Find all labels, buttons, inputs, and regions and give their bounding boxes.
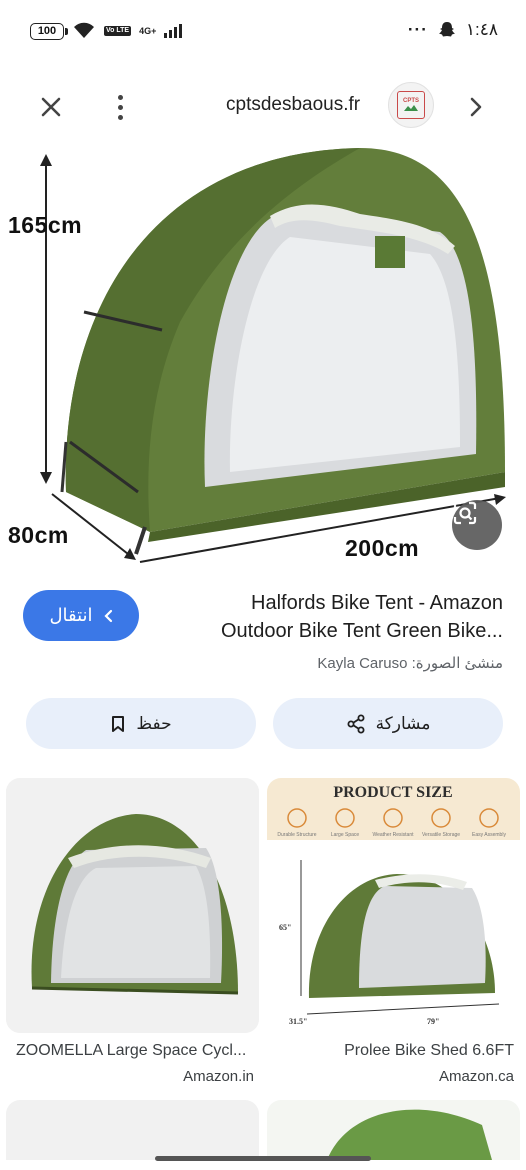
bookmark-icon [112,715,125,732]
product-size-heading: PRODUCT SIZE [333,784,452,801]
site-logo-image: CPTS [397,91,425,119]
lens-search-button[interactable] [452,500,502,550]
viewer-top-bar: cptsdesbaous.fr CPTS [0,78,526,134]
close-button[interactable] [34,90,68,124]
feature-versatile: Versatile Storage [422,832,460,838]
related-source-1: Amazon.in [183,1068,254,1085]
height-dimension-label: 165cm [8,212,83,238]
dim-height: 65" [279,923,291,932]
share-button[interactable]: مشاركة [273,698,503,749]
signal-icon [164,24,183,38]
more-vert-icon [117,94,123,100]
dim-depth: 31.5" [289,1017,307,1026]
image-creator: منشئ الصورة: Kayla Caruso [317,655,503,672]
network-type: 4G+ [139,25,157,36]
more-notifications-icon: ··· [407,20,428,39]
lens-icon [453,501,477,525]
result-title-line-1[interactable]: Halfords Bike Tent - Amazon [251,592,503,615]
related-image-2[interactable]: PRODUCT SIZE Durable Structure Large Spa… [267,778,520,1033]
bike-tent-illustration [40,148,506,563]
related-title-2[interactable]: Prolee Bike Shed 6.6FT [344,1042,514,1060]
dim-width: 79" [427,1017,439,1026]
status-bar: 100 Vo LTE 4G+ ··· ١:٤٨ [0,0,526,64]
feature-durable: Durable Structure [277,832,316,838]
related-image-1[interactable] [6,778,259,1033]
depth-dimension-label: 80cm [8,522,69,548]
battery-icon: 100 [30,22,68,40]
feature-large-space: Large Space [331,832,360,838]
save-label: حفظ [136,713,172,733]
next-image-button[interactable] [462,90,490,124]
save-button[interactable]: حفظ [26,698,256,749]
share-label: مشاركة [375,713,431,733]
chevron-right-icon [470,97,482,117]
related-image-3[interactable] [6,1100,259,1160]
related-tent-image-4 [327,1109,492,1160]
visit-label: انتقال [49,605,93,625]
visit-site-button[interactable]: انتقال [23,590,139,641]
result-title-line-2[interactable]: Outdoor Bike Tent Green Bike... [221,620,503,643]
snapchat-icon [438,22,455,37]
volte-icon: Vo LTE [104,26,132,36]
related-tent-image-1 [6,778,259,1033]
feature-easy: Easy Assembly [472,832,506,838]
share-icon [347,714,365,733]
feature-weather: Weather Resistant [372,832,414,838]
site-logo[interactable]: CPTS [388,82,434,128]
site-domain[interactable]: cptsdesbaous.fr [226,94,360,116]
more-options-button[interactable] [106,90,134,124]
chevron-left-icon [104,609,112,622]
width-dimension-label: 200cm [345,535,420,561]
related-image-4[interactable] [267,1100,520,1160]
main-image[interactable]: 165cm 80cm 200cm [0,142,526,572]
related-tent-image-2: PRODUCT SIZE Durable Structure Large Spa… [267,778,520,1033]
close-icon [41,97,61,117]
related-title-1[interactable]: ZOOMELLA Large Space Cycl... [16,1042,260,1060]
home-indicator[interactable] [155,1156,371,1161]
clock: ١:٤٨ [465,20,498,39]
battery-level: 100 [37,25,57,37]
related-source-2: Amazon.ca [438,1068,514,1085]
wifi-icon [74,22,94,38]
